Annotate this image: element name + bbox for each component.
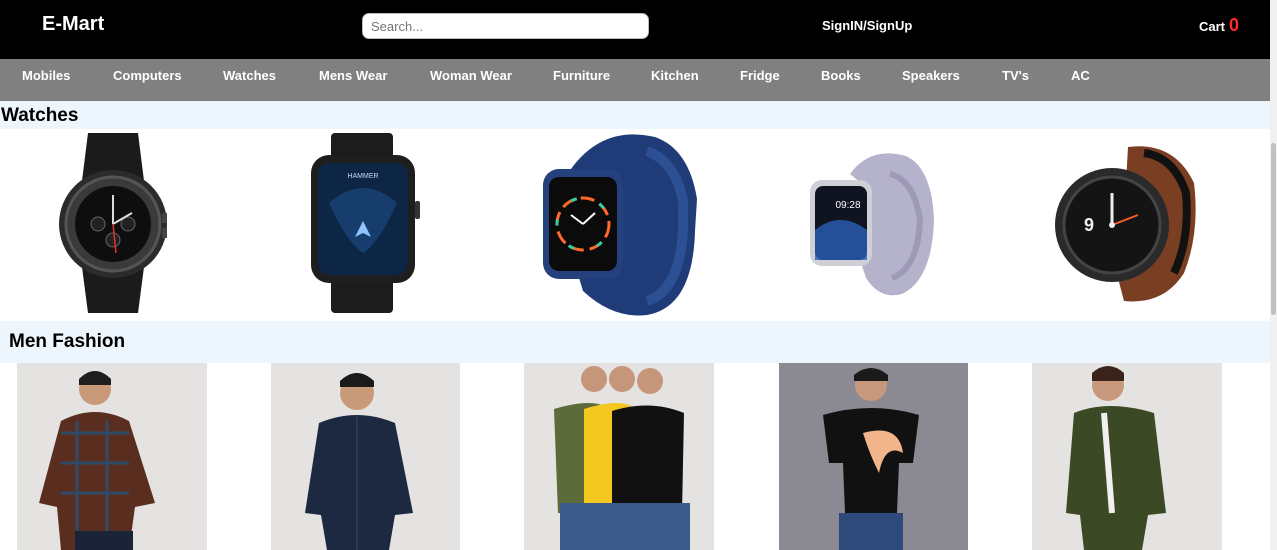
three-tshirt-models-image: [524, 363, 714, 550]
top-header: E-Mart SignIN/SignUp Cart0: [0, 0, 1270, 59]
nav-item-tvs[interactable]: TV's: [1002, 59, 1029, 101]
men-fashion-product-5[interactable]: [1032, 363, 1222, 550]
page-scrollbar-thumb[interactable]: [1271, 143, 1276, 315]
watches-section-title: Watches: [1, 105, 79, 126]
hammer-square-smartwatch-icon: HAMMER: [311, 133, 420, 313]
watch-product-4[interactable]: 09:28: [810, 150, 936, 296]
lavender-smartwatch-icon: 09:28: [810, 153, 934, 296]
category-nav: Mobiles Computers Watches Mens Wear Woma…: [0, 59, 1270, 101]
watch-product-1[interactable]: [58, 133, 168, 315]
navy-shirt-model-image: [271, 363, 460, 550]
nav-item-fridge[interactable]: Fridge: [740, 59, 780, 101]
blue-square-smartwatch-icon: [543, 134, 697, 316]
watches-section-header: Watches: [0, 101, 1270, 129]
nav-item-woman-wear[interactable]: Woman Wear: [430, 59, 512, 101]
cart-label: Cart: [1199, 19, 1226, 34]
nav-item-kitchen[interactable]: Kitchen: [651, 59, 699, 101]
men-fashion-section-header: Men Fashion: [0, 321, 1270, 363]
nav-item-speakers[interactable]: Speakers: [902, 59, 960, 101]
signin-signup-link[interactable]: SignIN/SignUp: [822, 18, 912, 33]
checked-shirt-model-image: [17, 363, 207, 550]
cart-count-badge: 0: [1229, 15, 1240, 35]
watch-product-3[interactable]: [543, 131, 699, 317]
men-fashion-product-4[interactable]: [779, 363, 968, 550]
printed-tshirt-model-image: [779, 363, 968, 550]
svg-text:09:28: 09:28: [835, 200, 860, 211]
svg-text:HAMMER: HAMMER: [347, 173, 378, 180]
green-jacket-model-image: [1032, 363, 1222, 550]
nav-item-watches[interactable]: Watches: [223, 59, 276, 101]
men-fashion-product-3[interactable]: [524, 363, 714, 550]
watch-product-5[interactable]: 9: [1054, 143, 1200, 305]
search-input[interactable]: [362, 13, 649, 39]
nav-item-computers[interactable]: Computers: [113, 59, 182, 101]
nav-item-ac[interactable]: AC: [1071, 59, 1090, 101]
watch-product-2[interactable]: HAMMER: [309, 133, 424, 314]
nav-item-furniture[interactable]: Furniture: [553, 59, 610, 101]
nav-item-mobiles[interactable]: Mobiles: [22, 59, 70, 101]
svg-text:9: 9: [1084, 215, 1094, 235]
men-fashion-section-title: Men Fashion: [9, 331, 126, 352]
nav-item-books[interactable]: Books: [821, 59, 861, 101]
men-fashion-product-1[interactable]: [17, 363, 207, 550]
nav-item-mens-wear[interactable]: Mens Wear: [319, 59, 387, 101]
round-black-smartwatch-icon: [59, 133, 167, 313]
round-brown-leather-smartwatch-icon: 9: [1055, 146, 1196, 302]
men-fashion-product-2[interactable]: [271, 363, 460, 550]
brand-logo[interactable]: E-Mart: [42, 13, 104, 36]
cart-button[interactable]: Cart 0: [1199, 15, 1239, 36]
